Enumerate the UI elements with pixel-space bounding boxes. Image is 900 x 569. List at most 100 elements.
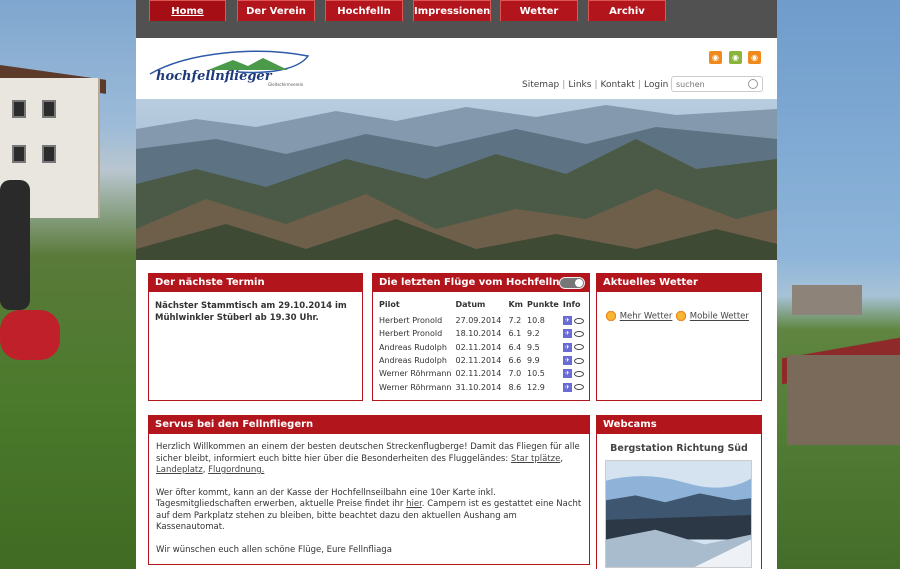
col-pilot: Pilot (379, 299, 400, 309)
nav-der-verein[interactable]: Der Verein (237, 0, 315, 21)
cell-km: 7.0 (508, 369, 522, 379)
map-icon[interactable]: ✈ (562, 342, 572, 352)
map-icon[interactable]: ✈ (562, 329, 572, 339)
webcams-title: Webcams (597, 416, 761, 434)
rss-icon[interactable]: ◉ (729, 51, 742, 64)
cell-punkte: 9.5 (527, 342, 540, 352)
eye-icon[interactable] (573, 317, 584, 324)
termin-title: Der nächste Termin (149, 274, 362, 292)
top-links: Sitemap | Links | Kontakt | Login (519, 80, 671, 90)
welcome-box: Servus bei den Fellnfliegern Herzlich Wi… (148, 415, 590, 565)
col-datum: Datum (455, 299, 486, 309)
logo[interactable]: hochfellnflieger Gleitschirmverein (148, 48, 313, 88)
nav-archiv[interactable]: Archiv (588, 0, 666, 21)
header: hochfellnflieger Gleitschirmverein ◉ ◉ ◉… (136, 38, 777, 99)
separator: , (560, 453, 564, 464)
termin-box: Der nächste Termin Nächster Stammtisch a… (148, 273, 363, 401)
table-row: Werner Röhrmann 31.10.2014 8.6 12.9 ✈ (377, 380, 586, 393)
map-icon[interactable]: ✈ (562, 369, 572, 379)
weather-box: Aktuelles Wetter Mehr Wetter Mobile Wett… (596, 273, 762, 401)
sun-icon (605, 310, 617, 322)
link-kontakt[interactable]: Kontakt (598, 80, 638, 90)
table-row: Andreas Rudolph 02.11.2014 6.4 9.5 ✈ (377, 341, 586, 354)
cell-datum: 02.11.2014 (455, 369, 502, 379)
link-sitemap[interactable]: Sitemap (519, 80, 562, 90)
welcome-paragraph-3: Wir wünschen euch allen schöne Flüge, Eu… (156, 544, 392, 555)
table-row: Andreas Rudolph 02.11.2014 6.6 9.9 ✈ (377, 354, 586, 367)
eye-icon[interactable] (573, 370, 584, 377)
webcam-image[interactable] (605, 460, 752, 568)
eye-icon[interactable] (573, 330, 584, 337)
cell-punkte: 9.9 (527, 356, 540, 366)
cell-datum: 02.11.2014 (455, 356, 502, 366)
cell-punkte: 9.2 (527, 329, 540, 339)
cell-datum: 27.09.2014 (455, 316, 502, 326)
rss-icon[interactable]: ◉ (748, 51, 761, 64)
paraglider-wing (0, 310, 60, 360)
welcome-title: Servus bei den Fellnfliegern (149, 416, 589, 434)
cell-pilot: Herbert Pronold (379, 329, 443, 339)
cell-datum: 02.11.2014 (455, 342, 502, 352)
link-hier[interactable]: hier (406, 499, 422, 509)
cell-punkte: 10.8 (527, 316, 545, 326)
termin-text: Nächster Stammtisch am 29.10.2014 im Müh… (155, 301, 347, 323)
nav-hochfelln[interactable]: Hochfelln (325, 0, 403, 21)
link-login[interactable]: Login (641, 80, 671, 90)
cell-pilot: Werner Röhrmann (379, 382, 452, 392)
cell-datum: 31.10.2014 (455, 382, 502, 392)
distant-hut (792, 285, 862, 315)
paraglider-pilot (0, 180, 30, 310)
link-links[interactable]: Links (565, 80, 594, 90)
webcams-box: Webcams Bergstation Richtung Süd (596, 415, 762, 569)
col-km: Km (508, 299, 524, 309)
link-startplaetze[interactable]: Star tplätze (511, 454, 560, 464)
map-icon[interactable]: ✈ (562, 382, 572, 392)
welcome-paragraph-1: Herzlich Willkommen an einem der besten … (156, 442, 582, 477)
house-window (42, 145, 56, 163)
link-mobile-wetter[interactable]: Mobile Wetter (690, 312, 749, 322)
link-flugordnung[interactable]: Flugordnung. (208, 465, 264, 475)
house-window (42, 100, 56, 118)
eye-icon[interactable] (573, 344, 584, 351)
table-row: Herbert Pronold 18.10.2014 6.1 9.2 ✈ (377, 327, 586, 340)
eye-icon[interactable] (573, 357, 584, 364)
nav-wetter[interactable]: Wetter (500, 0, 578, 21)
cell-datum: 18.10.2014 (455, 329, 502, 339)
map-icon[interactable]: ✈ (562, 356, 572, 366)
table-row: Werner Röhrmann 02.11.2014 7.0 10.5 ✈ (377, 367, 586, 380)
weather-title: Aktuelles Wetter (597, 274, 761, 292)
cell-pilot: Werner Röhrmann (379, 369, 452, 379)
flights-toggle[interactable] (559, 277, 585, 289)
cell-km: 7.2 (508, 316, 522, 326)
cell-km: 6.4 (508, 342, 522, 352)
cell-pilot: Andreas Rudolph (379, 342, 447, 352)
house-window (12, 100, 26, 118)
rss-icon[interactable]: ◉ (709, 51, 722, 64)
background-right-photo (777, 0, 900, 569)
hut (787, 355, 900, 445)
cell-pilot: Andreas Rudolph (379, 356, 447, 366)
logo-text: hochfellnflieger (156, 69, 273, 84)
link-mehr-wetter[interactable]: Mehr Wetter (620, 312, 673, 322)
cell-km: 6.1 (508, 329, 522, 339)
house-window (12, 145, 26, 163)
welcome-paragraph-2: Wer öfter kommt, kann an der Kasse der H… (156, 488, 582, 534)
logo-subtitle: Gleitschirmverein (268, 82, 304, 87)
nav-impressionen[interactable]: Impressionen (413, 0, 491, 21)
link-landeplatz[interactable]: Landeplatz (156, 465, 203, 475)
search-icon[interactable] (748, 79, 758, 89)
eye-icon[interactable] (573, 384, 584, 391)
flights-title-bar: Die letzten Flüge vom Hochfelln (373, 274, 589, 292)
nav-home[interactable]: Home (149, 0, 226, 21)
banner-mountain-panorama (136, 99, 777, 260)
table-row: Herbert Pronold 27.09.2014 7.2 10.8 ✈ (377, 314, 586, 327)
welcome-text: Herzlich Willkommen an einem der besten … (149, 434, 589, 564)
webcam-caption: Bergstation Richtung Süd (610, 443, 748, 454)
weather-links: Mehr Wetter Mobile Wetter (605, 310, 749, 322)
cell-pilot: Herbert Pronold (379, 316, 443, 326)
flights-box: Die letzten Flüge vom Hochfelln Pilot Da… (372, 273, 590, 401)
page-container: Home Der Verein Hochfelln Impressionen W… (136, 0, 777, 569)
flights-title: Die letzten Flüge vom Hochfelln (379, 277, 560, 288)
top-bar: Home Der Verein Hochfelln Impressionen W… (136, 0, 777, 38)
map-icon[interactable]: ✈ (562, 316, 572, 326)
